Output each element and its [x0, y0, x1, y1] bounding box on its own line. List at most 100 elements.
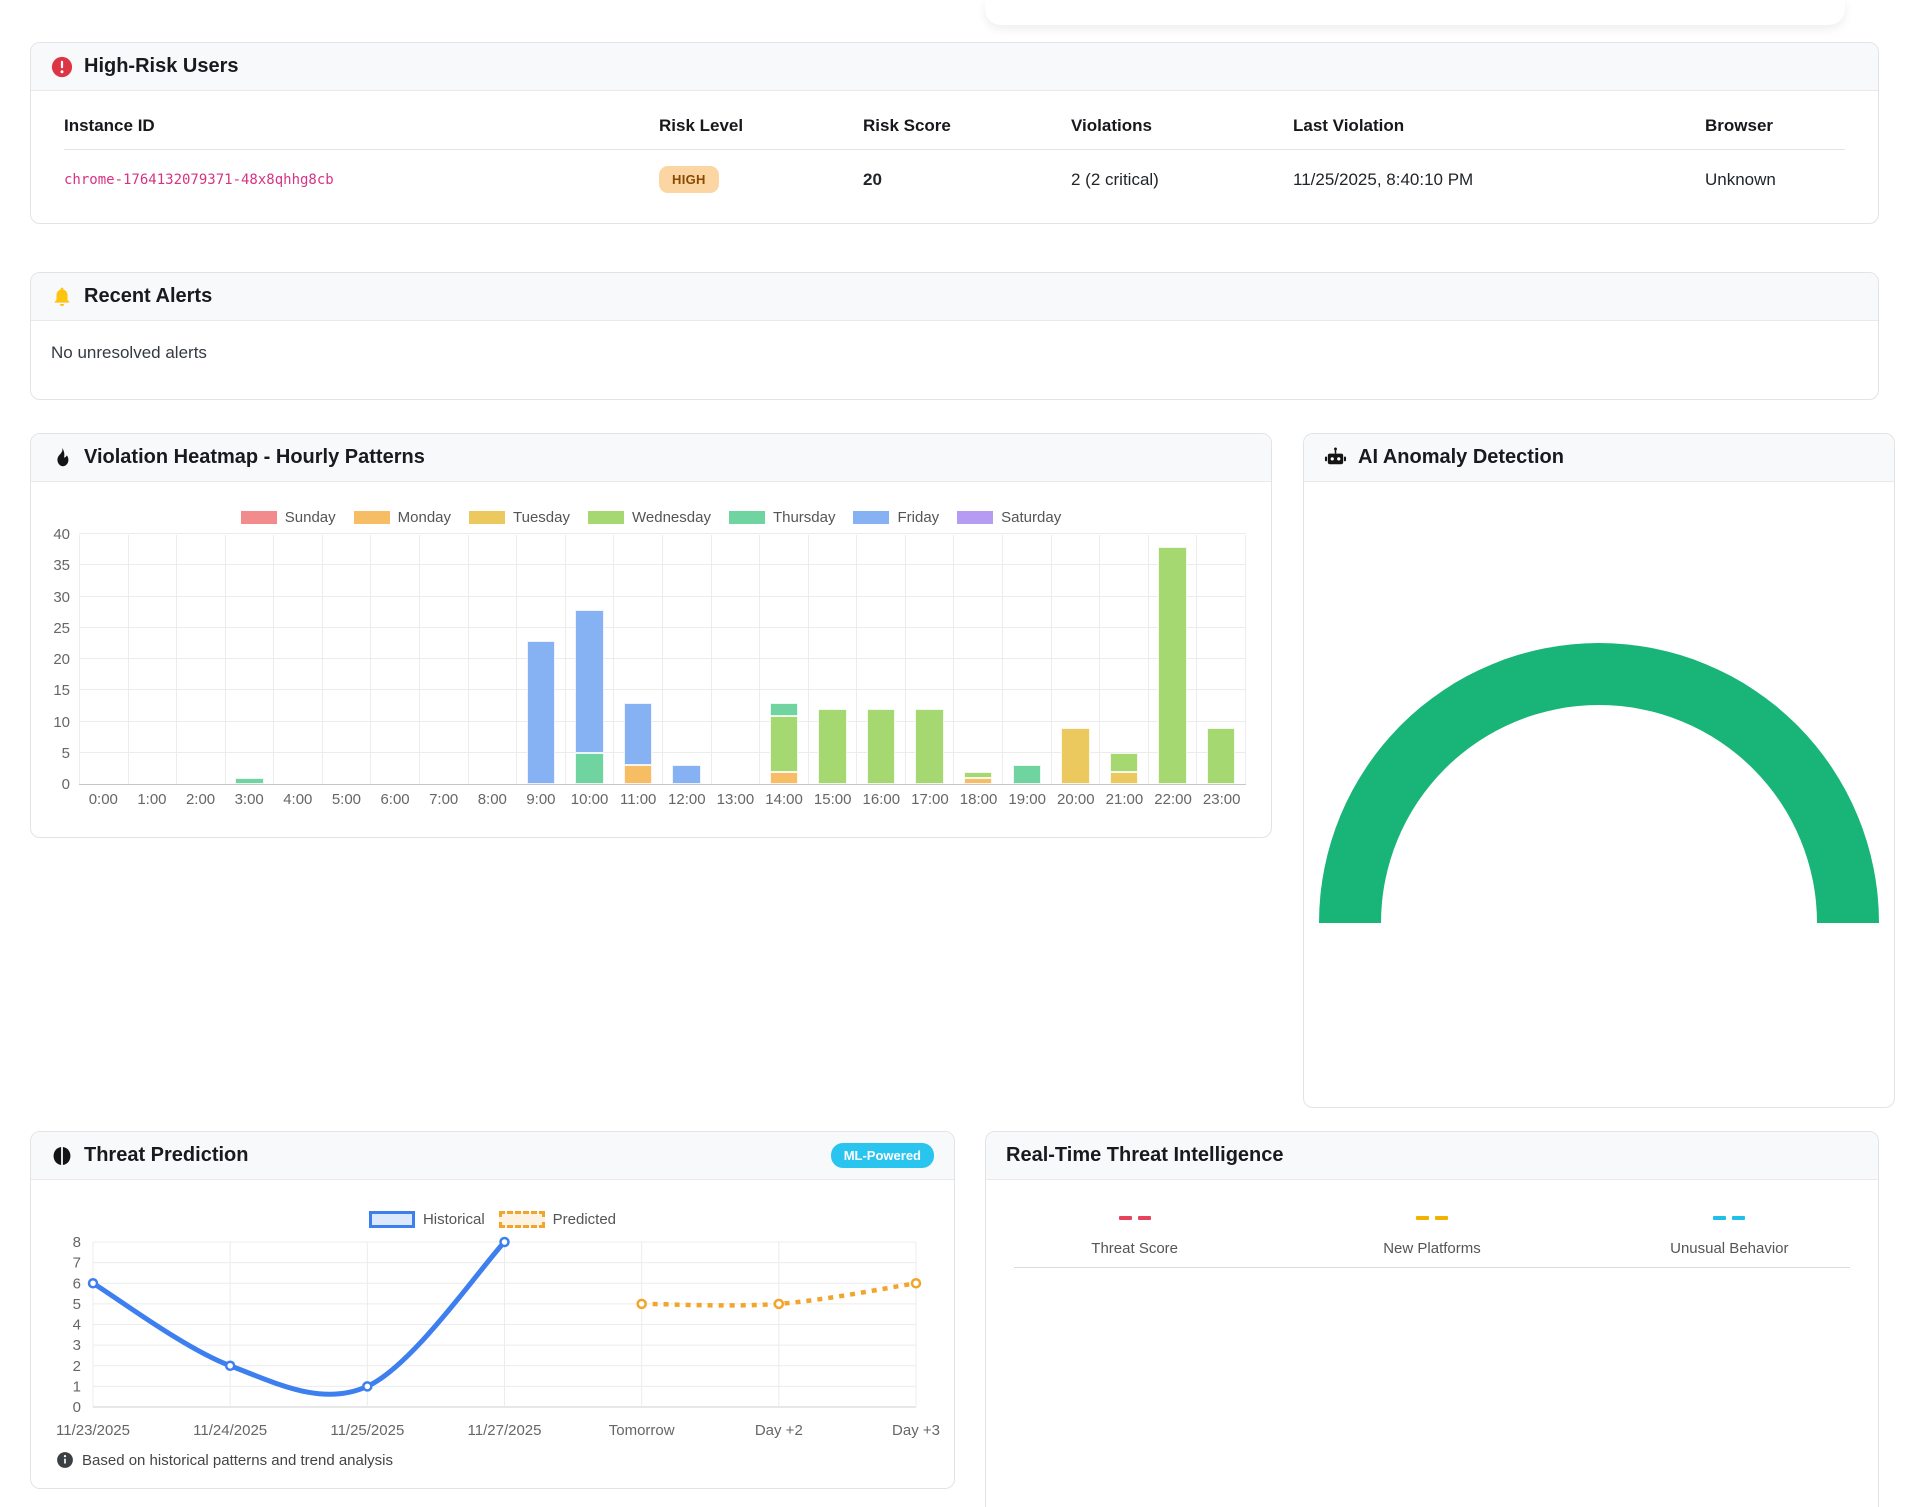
last-violation-value: 11/25/2025, 8:40:10 PM	[1293, 170, 1705, 190]
legend-label: Friday	[897, 509, 939, 526]
bar-segment	[235, 778, 264, 784]
heatmap-column	[614, 535, 663, 784]
legend-label: Sunday	[285, 509, 336, 526]
violation-heatmap-header: Violation Heatmap - Hourly Patterns	[31, 434, 1271, 482]
y-tick-label: 40	[53, 526, 70, 544]
heatmap-column	[469, 535, 518, 784]
col-risk-score: Risk Score	[863, 116, 1071, 136]
y-tick-label: 5	[73, 1296, 81, 1313]
x-tick-label: Tomorrow	[609, 1422, 675, 1439]
bar-segment	[527, 641, 556, 784]
alerts-empty-message: No unresolved alerts	[31, 321, 1878, 385]
x-tick-label: 16:00	[857, 791, 906, 808]
legend-item: Monday	[354, 509, 451, 526]
x-tick-label: 17:00	[906, 791, 955, 808]
x-tick-label: Day +2	[755, 1422, 803, 1439]
heatmap-column	[712, 535, 761, 784]
info-icon	[56, 1451, 74, 1469]
ml-powered-badge: ML-Powered	[831, 1143, 934, 1168]
legend-item: Tuesday	[469, 509, 570, 526]
y-tick-label: 30	[53, 589, 70, 607]
bar-segment	[964, 778, 993, 784]
predicted-point	[912, 1279, 920, 1287]
dashboard-page: High-Risk Users Instance ID Risk Level R…	[0, 0, 1909, 1507]
heatmap-column	[566, 535, 615, 784]
legend-item: Wednesday	[588, 509, 711, 526]
bar-segment	[770, 703, 799, 715]
x-tick-label: 9:00	[517, 791, 566, 808]
brain-icon	[51, 1145, 73, 1167]
heatmap-column	[420, 535, 469, 784]
x-tick-label: 21:00	[1100, 791, 1149, 808]
alert-circle-icon	[51, 56, 73, 78]
y-tick-label: 3	[73, 1337, 81, 1354]
heatmap-column	[323, 535, 372, 784]
col-violations: Violations	[1071, 116, 1293, 136]
heatmap-column	[954, 535, 1003, 784]
gridline	[79, 533, 1246, 534]
footnote-text: Based on historical patterns and trend a…	[82, 1452, 393, 1469]
legend-dashes	[1416, 1216, 1448, 1220]
bar-segment	[575, 753, 604, 784]
intel-item-label: Unusual Behavior	[1670, 1240, 1788, 1257]
panel-title: Real-Time Threat Intelligence	[1006, 1144, 1284, 1167]
x-tick-label: 3:00	[225, 791, 274, 808]
heatmap-column	[1100, 535, 1149, 784]
risk-score-value: 20	[863, 170, 1071, 190]
x-tick-label: 11:00	[614, 791, 663, 808]
legend-swatch	[853, 511, 889, 524]
col-risk-level: Risk Level	[659, 116, 863, 136]
heatmap-column	[1149, 535, 1198, 784]
bar-segment	[575, 610, 604, 753]
table-row: chrome-1764132079371-48x8qhhg8cb HIGH 20…	[64, 150, 1845, 211]
intel-item: Unusual Behavior	[1581, 1216, 1878, 1257]
high-risk-users-panel: High-Risk Users Instance ID Risk Level R…	[30, 42, 1879, 224]
intel-item: Threat Score	[986, 1216, 1283, 1257]
y-tick-label: 25	[53, 620, 70, 638]
heatmap-column	[1003, 535, 1052, 784]
violation-heatmap-panel: Violation Heatmap - Hourly Patterns Sund…	[30, 433, 1272, 838]
x-tick-label: Day +3	[892, 1422, 940, 1439]
x-tick-label: 11/27/2025	[468, 1422, 542, 1439]
legend-swatch	[957, 511, 993, 524]
legend-dash	[1713, 1216, 1726, 1220]
bar-segment	[964, 772, 993, 778]
bar-segment	[1110, 772, 1139, 784]
historical-point	[363, 1382, 371, 1390]
realtime-intel-header: Real-Time Threat Intelligence	[986, 1132, 1878, 1180]
recent-alerts-header: Recent Alerts	[31, 273, 1878, 321]
legend-label: Wednesday	[632, 509, 711, 526]
prediction-legend: HistoricalPredicted	[31, 1209, 954, 1229]
historical-point	[89, 1279, 97, 1287]
prediction-footnote: Based on historical patterns and trend a…	[31, 1451, 954, 1469]
panel-title: Threat Prediction	[84, 1144, 248, 1167]
flame-icon	[51, 447, 73, 469]
risk-level-cell: HIGH	[659, 166, 863, 193]
x-tick-label: 14:00	[760, 791, 809, 808]
divider	[1014, 1267, 1850, 1268]
recent-alerts-panel: Recent Alerts No unresolved alerts	[30, 272, 1879, 400]
x-tick-label: 0:00	[79, 791, 128, 808]
x-tick-label: 8:00	[468, 791, 517, 808]
y-tick-label: 20	[53, 651, 70, 669]
legend-swatch	[588, 511, 624, 524]
heatmap-column	[226, 535, 275, 784]
bar-segment	[1061, 728, 1090, 784]
heatmap-legend: SundayMondayTuesdayWednesdayThursdayFrid…	[31, 507, 1271, 527]
heatmap-column	[1197, 535, 1246, 784]
y-tick-label: 5	[62, 745, 70, 763]
legend-dashes	[1713, 1216, 1745, 1220]
x-tick-label: 23:00	[1197, 791, 1246, 808]
intel-item-label: Threat Score	[1091, 1240, 1178, 1257]
heatmap-cells	[79, 535, 1246, 784]
panel-title: AI Anomaly Detection	[1358, 446, 1564, 469]
predicted-point	[775, 1300, 783, 1308]
predicted-point	[638, 1300, 646, 1308]
instance-id-link[interactable]: chrome-1764132079371-48x8qhhg8cb	[64, 172, 659, 188]
robot-icon	[1324, 446, 1347, 469]
historical-point	[226, 1362, 234, 1370]
legend-swatch	[241, 511, 277, 524]
col-instance-id: Instance ID	[64, 116, 659, 136]
bar-segment	[915, 709, 944, 784]
historical-point	[501, 1238, 509, 1246]
